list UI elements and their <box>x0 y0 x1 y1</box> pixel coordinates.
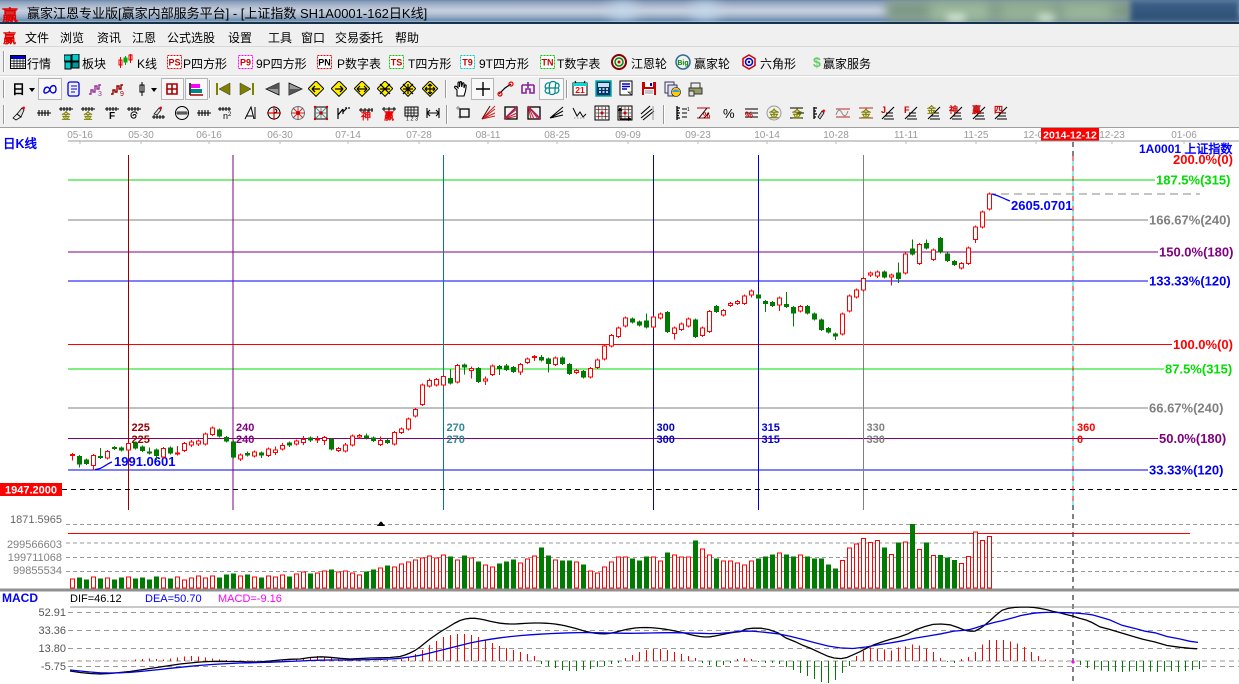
svg-text:1 2 3: 1 2 3 <box>406 117 418 123</box>
svg-text:$: $ <box>813 54 821 70</box>
svg-text:50.0%(180): 50.0%(180) <box>1159 431 1226 446</box>
svg-text:06-16: 06-16 <box>196 130 222 141</box>
svg-text:270: 270 <box>447 422 465 434</box>
svg-text:金: 金 <box>926 105 937 115</box>
svg-text:150.0%(180): 150.0%(180) <box>1159 245 1233 260</box>
svg-text:52.91: 52.91 <box>38 607 66 619</box>
svg-text:MACD: MACD <box>2 591 38 605</box>
svg-text:315: 315 <box>762 422 780 434</box>
svg-text:11-25: 11-25 <box>964 130 989 141</box>
svg-text:87.5%(315): 87.5%(315) <box>1165 362 1232 377</box>
svg-text:J: J <box>881 105 886 115</box>
svg-text:DIF=46.12: DIF=46.12 <box>70 593 122 605</box>
svg-text:%: % <box>745 110 753 120</box>
svg-text:08-11: 08-11 <box>476 130 501 141</box>
svg-text:13.80: 13.80 <box>38 643 66 655</box>
svg-text:240: 240 <box>236 434 254 446</box>
svg-text:199711068: 199711068 <box>8 552 62 564</box>
svg-text:金: 金 <box>791 108 803 121</box>
svg-text:MACD=-9.16: MACD=-9.16 <box>218 593 282 605</box>
svg-text:06-30: 06-30 <box>267 130 293 141</box>
svg-text:225: 225 <box>132 434 150 446</box>
svg-text:360: 360 <box>1077 422 1095 434</box>
svg-text:133.33%(120): 133.33%(120) <box>1149 274 1231 289</box>
svg-text:1947.2000: 1947.2000 <box>5 485 57 497</box>
svg-text:TS: TS <box>391 58 403 68</box>
svg-text:DEA=50.70: DEA=50.70 <box>145 593 202 605</box>
svg-text:21: 21 <box>575 85 585 95</box>
svg-text:315: 315 <box>762 434 780 446</box>
svg-text:09-09: 09-09 <box>615 130 641 141</box>
svg-text:166.67%(240): 166.67%(240) <box>1149 213 1231 228</box>
svg-text:12-08: 12-08 <box>1023 130 1049 141</box>
svg-text:F: F <box>904 105 910 115</box>
svg-text:330: 330 <box>867 422 885 434</box>
svg-text:100.0%(0): 100.0%(0) <box>1173 337 1233 352</box>
svg-text:金: 金 <box>860 108 872 121</box>
svg-text:66.67%(240): 66.67%(240) <box>1149 401 1223 416</box>
svg-text:08-25: 08-25 <box>544 130 570 141</box>
svg-text:123: 123 <box>687 107 690 113</box>
svg-text:07-28: 07-28 <box>406 130 432 141</box>
svg-text:金: 金 <box>82 110 93 121</box>
svg-text:赢: 赢 <box>384 110 394 123</box>
svg-text:神: 神 <box>361 110 371 123</box>
svg-text:P9: P9 <box>240 58 251 68</box>
svg-text:33.36: 33.36 <box>38 625 66 637</box>
svg-text:金: 金 <box>768 108 780 121</box>
svg-text:270: 270 <box>447 434 465 446</box>
svg-text:05-16: 05-16 <box>67 130 93 141</box>
svg-text:09-23: 09-23 <box>685 130 711 141</box>
svg-text:2014-12-12: 2014-12-12 <box>1043 130 1097 142</box>
svg-text:1871.5965: 1871.5965 <box>10 514 62 526</box>
svg-text:10-28: 10-28 <box>823 130 849 141</box>
svg-text:01-06: 01-06 <box>1171 130 1197 141</box>
svg-text:赢: 赢 <box>972 105 981 115</box>
svg-text:1991.0601: 1991.0601 <box>114 454 175 469</box>
svg-text:3: 3 <box>98 91 102 97</box>
svg-text:240: 240 <box>236 422 254 434</box>
svg-text:200.0%(0): 200.0%(0) <box>1173 152 1233 167</box>
svg-text:T9: T9 <box>462 58 473 68</box>
svg-text:225: 225 <box>132 422 150 434</box>
svg-text:Big: Big <box>677 60 688 67</box>
svg-text:%: % <box>723 106 735 121</box>
svg-text:05-30: 05-30 <box>128 130 154 141</box>
svg-text:2: 2 <box>228 112 232 118</box>
svg-text:-5.75: -5.75 <box>41 661 66 673</box>
svg-text:0: 0 <box>1077 434 1083 446</box>
svg-text:%: % <box>703 111 710 120</box>
svg-text:四: 四 <box>994 105 1003 115</box>
svg-text:99855534: 99855534 <box>13 565 62 577</box>
svg-text:9: 9 <box>120 91 124 97</box>
svg-text:日: 日 <box>12 82 25 97</box>
svg-text:1A0001 上证指数: 1A0001 上证指数 <box>1139 141 1233 156</box>
svg-text:PN: PN <box>318 58 331 68</box>
svg-text:07-14: 07-14 <box>335 130 361 141</box>
svg-text:299566603: 299566603 <box>7 539 62 551</box>
svg-text:日K线: 日K线 <box>3 136 38 151</box>
svg-text:12-23: 12-23 <box>1099 130 1125 141</box>
svg-text:330: 330 <box>867 434 885 446</box>
svg-text:F: F <box>109 111 115 122</box>
svg-text:TN: TN <box>542 58 554 68</box>
svg-text:187.5%(315): 187.5%(315) <box>1156 173 1230 188</box>
svg-text:金: 金 <box>60 110 71 121</box>
svg-text:PS: PS <box>168 58 180 68</box>
svg-text:神: 神 <box>949 105 958 115</box>
svg-text:300: 300 <box>657 422 675 434</box>
svg-text:33.33%(120): 33.33%(120) <box>1149 463 1223 478</box>
svg-text:11-11: 11-11 <box>894 130 919 141</box>
svg-text:300: 300 <box>657 434 675 446</box>
svg-text:10-14: 10-14 <box>754 130 780 141</box>
svg-text:2605.0701: 2605.0701 <box>1011 198 1072 213</box>
